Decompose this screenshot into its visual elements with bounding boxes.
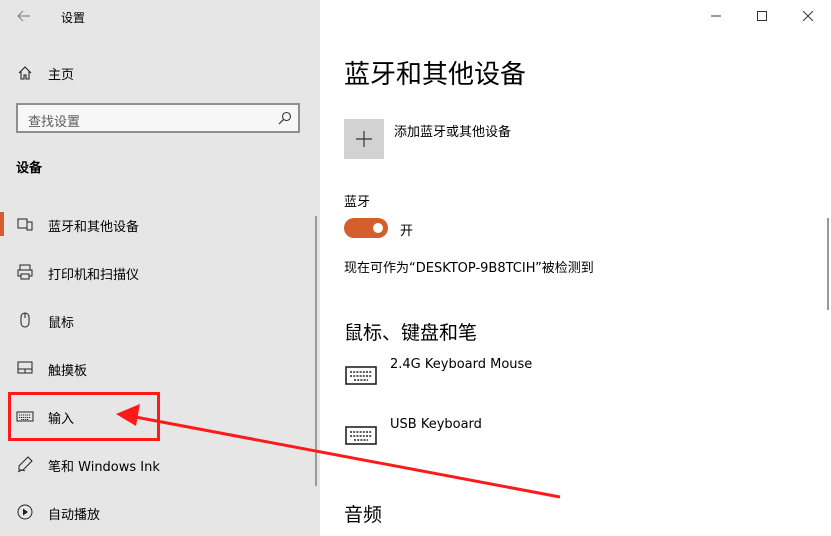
search-placeholder: 查找设置 — [28, 115, 81, 130]
titlebar-left: 设置 — [0, 0, 320, 32]
sidebar-item-label: 笔和 Windows Ink — [48, 460, 160, 475]
sidebar: 设置 主页 查找设置 设备 蓝牙和其他设备 打印机和扫描仪 鼠标 触摸板 输入 … — [0, 0, 320, 536]
bluetooth-devices-icon — [16, 215, 34, 233]
mouse-icon — [16, 311, 34, 329]
add-device-button[interactable] — [344, 119, 384, 159]
sidebar-item-label: 触摸板 — [48, 364, 88, 379]
maximize-icon — [757, 11, 767, 21]
home-icon — [16, 64, 34, 82]
annotation-highlight-box — [8, 392, 160, 441]
main-content: 蓝牙和其他设备 添加蓝牙或其他设备 蓝牙 开 现在可作为“DESKTOP-9B8… — [320, 0, 831, 536]
maximize-button[interactable] — [739, 0, 785, 32]
minimize-icon — [711, 15, 721, 17]
pen-icon — [16, 455, 34, 473]
home-label: 主页 — [48, 67, 75, 83]
sidebar-item-label: 鼠标 — [48, 316, 75, 331]
bluetooth-toggle[interactable] — [344, 218, 388, 238]
window-controls — [693, 0, 831, 32]
sidebar-item-pen[interactable]: 笔和 Windows Ink — [0, 448, 315, 480]
sidebar-item-mouse[interactable]: 鼠标 — [0, 304, 315, 336]
section-heading: 设备 — [16, 161, 43, 176]
sidebar-item-autoplay[interactable]: 自动播放 — [0, 496, 315, 528]
page-title: 蓝牙和其他设备 — [344, 60, 527, 90]
active-indicator — [0, 212, 4, 236]
back-button[interactable] — [12, 4, 36, 28]
keyboard-icon — [344, 420, 378, 450]
sidebar-item-label: 自动播放 — [48, 508, 101, 523]
audio-heading: 音频 — [344, 504, 383, 526]
main-scrollbar[interactable] — [827, 218, 829, 310]
search-input[interactable]: 查找设置 — [16, 103, 300, 133]
printer-icon — [16, 263, 34, 281]
plus-icon — [356, 131, 372, 147]
close-button[interactable] — [785, 0, 831, 32]
sidebar-item-label: 打印机和扫描仪 — [48, 268, 140, 283]
autoplay-icon — [16, 503, 34, 521]
mouse-keyboard-heading: 鼠标、键盘和笔 — [344, 322, 478, 344]
sidebar-item-label: 蓝牙和其他设备 — [48, 220, 140, 235]
sidebar-scrollbar[interactable] — [315, 216, 317, 486]
search-icon[interactable] — [277, 110, 293, 126]
bluetooth-heading: 蓝牙 — [344, 195, 371, 210]
device-name: USB Keyboard — [390, 417, 482, 432]
bluetooth-toggle-state: 开 — [400, 224, 414, 239]
close-icon — [803, 11, 813, 21]
keyboard-icon — [344, 360, 378, 390]
add-device-label[interactable]: 添加蓝牙或其他设备 — [394, 121, 511, 140]
device-name: 2.4G Keyboard Mouse — [390, 357, 533, 372]
back-arrow-icon — [17, 10, 30, 22]
sidebar-item-home[interactable]: 主页 — [16, 62, 74, 84]
discoverable-text: 现在可作为“DESKTOP-9B8TCIH”被检测到 — [344, 261, 594, 276]
sidebar-item-bluetooth[interactable]: 蓝牙和其他设备 — [0, 208, 315, 240]
sidebar-item-touchpad[interactable]: 触摸板 — [0, 352, 315, 384]
sidebar-item-printers[interactable]: 打印机和扫描仪 — [0, 256, 315, 288]
toggle-knob — [373, 223, 383, 233]
touchpad-icon — [16, 359, 34, 377]
minimize-button[interactable] — [693, 0, 739, 32]
app-title: 设置 — [61, 11, 86, 25]
